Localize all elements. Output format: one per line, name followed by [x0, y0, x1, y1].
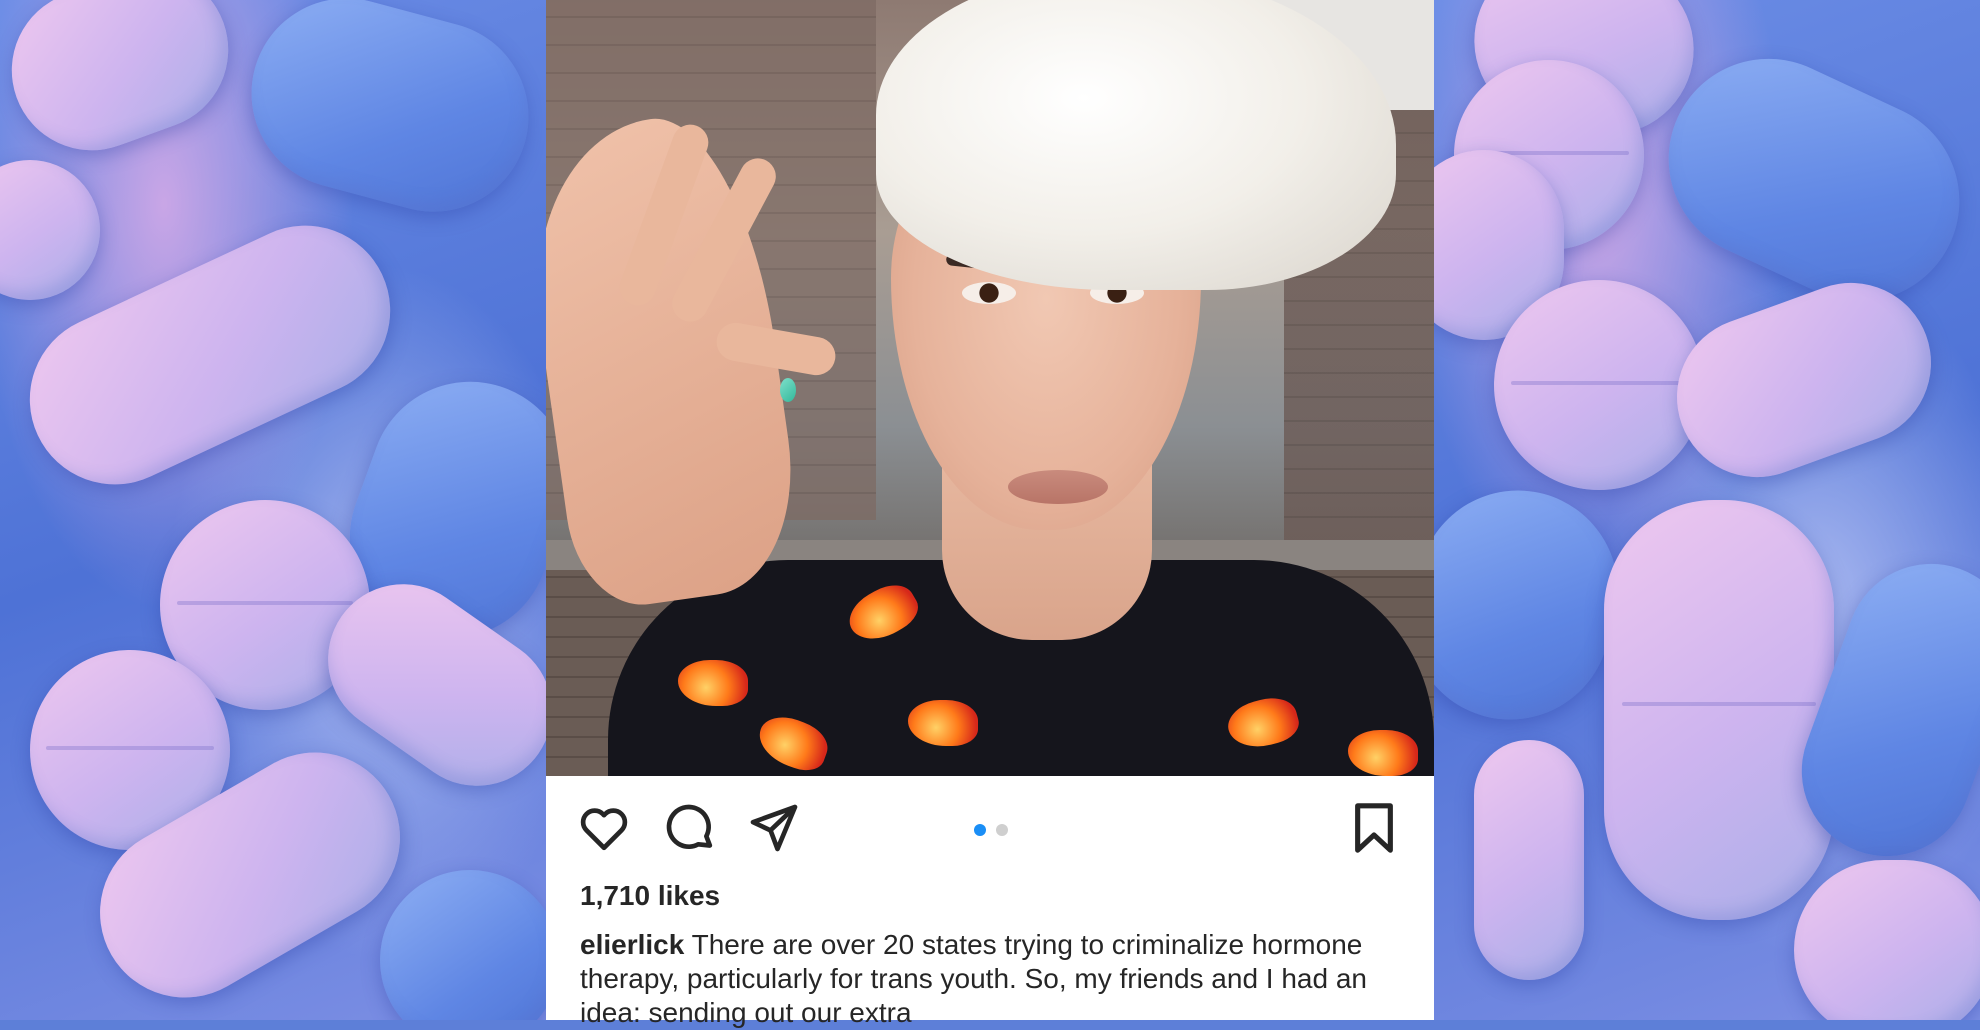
- caption-text: There are over 20 states trying to crimi…: [580, 929, 1367, 1028]
- comment-icon[interactable]: [662, 800, 718, 856]
- pill-image: [0, 160, 100, 300]
- carousel-dot: [996, 824, 1008, 836]
- held-pill: [780, 378, 796, 402]
- post-action-bar: [546, 776, 1434, 886]
- photo-eye: [962, 282, 1016, 304]
- carousel-indicator: [974, 824, 1008, 836]
- bookmark-icon[interactable]: [1346, 800, 1402, 856]
- pill-image: [0, 0, 251, 173]
- post-photo[interactable]: [546, 0, 1434, 776]
- pill-image: [380, 870, 546, 1020]
- likes-count[interactable]: 1,710 likes: [580, 880, 720, 912]
- flame-print: [1348, 730, 1418, 776]
- pill-background-right: [1434, 0, 1980, 1020]
- pill-image: [1474, 740, 1584, 980]
- flame-print: [752, 709, 834, 776]
- instagram-post: 1,710 likes elierlick There are over 20 …: [546, 0, 1434, 1028]
- carousel-dot-active: [974, 824, 986, 836]
- flame-print: [1223, 691, 1303, 755]
- flame-print: [678, 660, 748, 706]
- pill-image: [1794, 860, 1980, 1020]
- caption-username[interactable]: elierlick: [580, 929, 684, 960]
- heart-icon[interactable]: [576, 800, 632, 856]
- pill-image: [1604, 500, 1834, 920]
- flame-print: [841, 575, 925, 651]
- pill-image: [1654, 260, 1954, 500]
- photo-lips: [1008, 470, 1108, 504]
- send-icon[interactable]: [746, 800, 802, 856]
- pill-image: [230, 0, 546, 233]
- pill-image: [1494, 280, 1704, 490]
- flame-print: [908, 700, 978, 746]
- post-caption: elierlick There are over 20 states tryin…: [580, 928, 1400, 1030]
- photo-hair: [876, 0, 1396, 290]
- pill-background-left: [0, 0, 546, 1020]
